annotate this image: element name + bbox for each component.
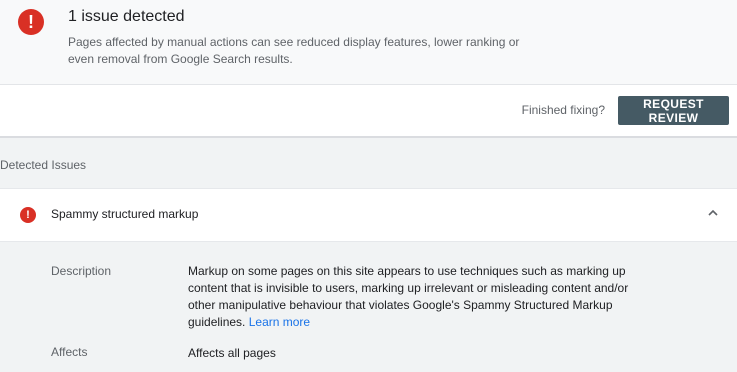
issue-row-spammy-structured-markup[interactable]: ! Spammy structured markup <box>0 188 737 242</box>
alert-error-icon: ! <box>18 9 44 35</box>
request-review-button[interactable]: REQUEST REVIEW <box>618 96 729 125</box>
affects-label: Affects <box>51 345 88 359</box>
finished-fixing-label: Finished fixing? <box>521 103 605 117</box>
summary-description: Pages affected by manual actions can see… <box>68 35 520 66</box>
error-icon: ! <box>20 207 36 223</box>
description-label: Description <box>51 264 112 278</box>
issue-summary-card: ! 1 issue detected Pages affected by man… <box>0 0 737 85</box>
learn-more-link[interactable]: Learn more <box>249 315 310 329</box>
description-value: Markup on some pages on this site appear… <box>188 263 658 331</box>
issue-title: Spammy structured markup <box>51 207 199 221</box>
chevron-up-icon[interactable] <box>706 206 720 220</box>
affects-value: Affects all pages <box>188 346 276 360</box>
detected-issues-heading: Detected Issues <box>0 158 87 172</box>
summary-title: 1 issue detected <box>68 8 185 25</box>
review-action-bar: Finished fixing? REQUEST REVIEW <box>0 85 737 138</box>
